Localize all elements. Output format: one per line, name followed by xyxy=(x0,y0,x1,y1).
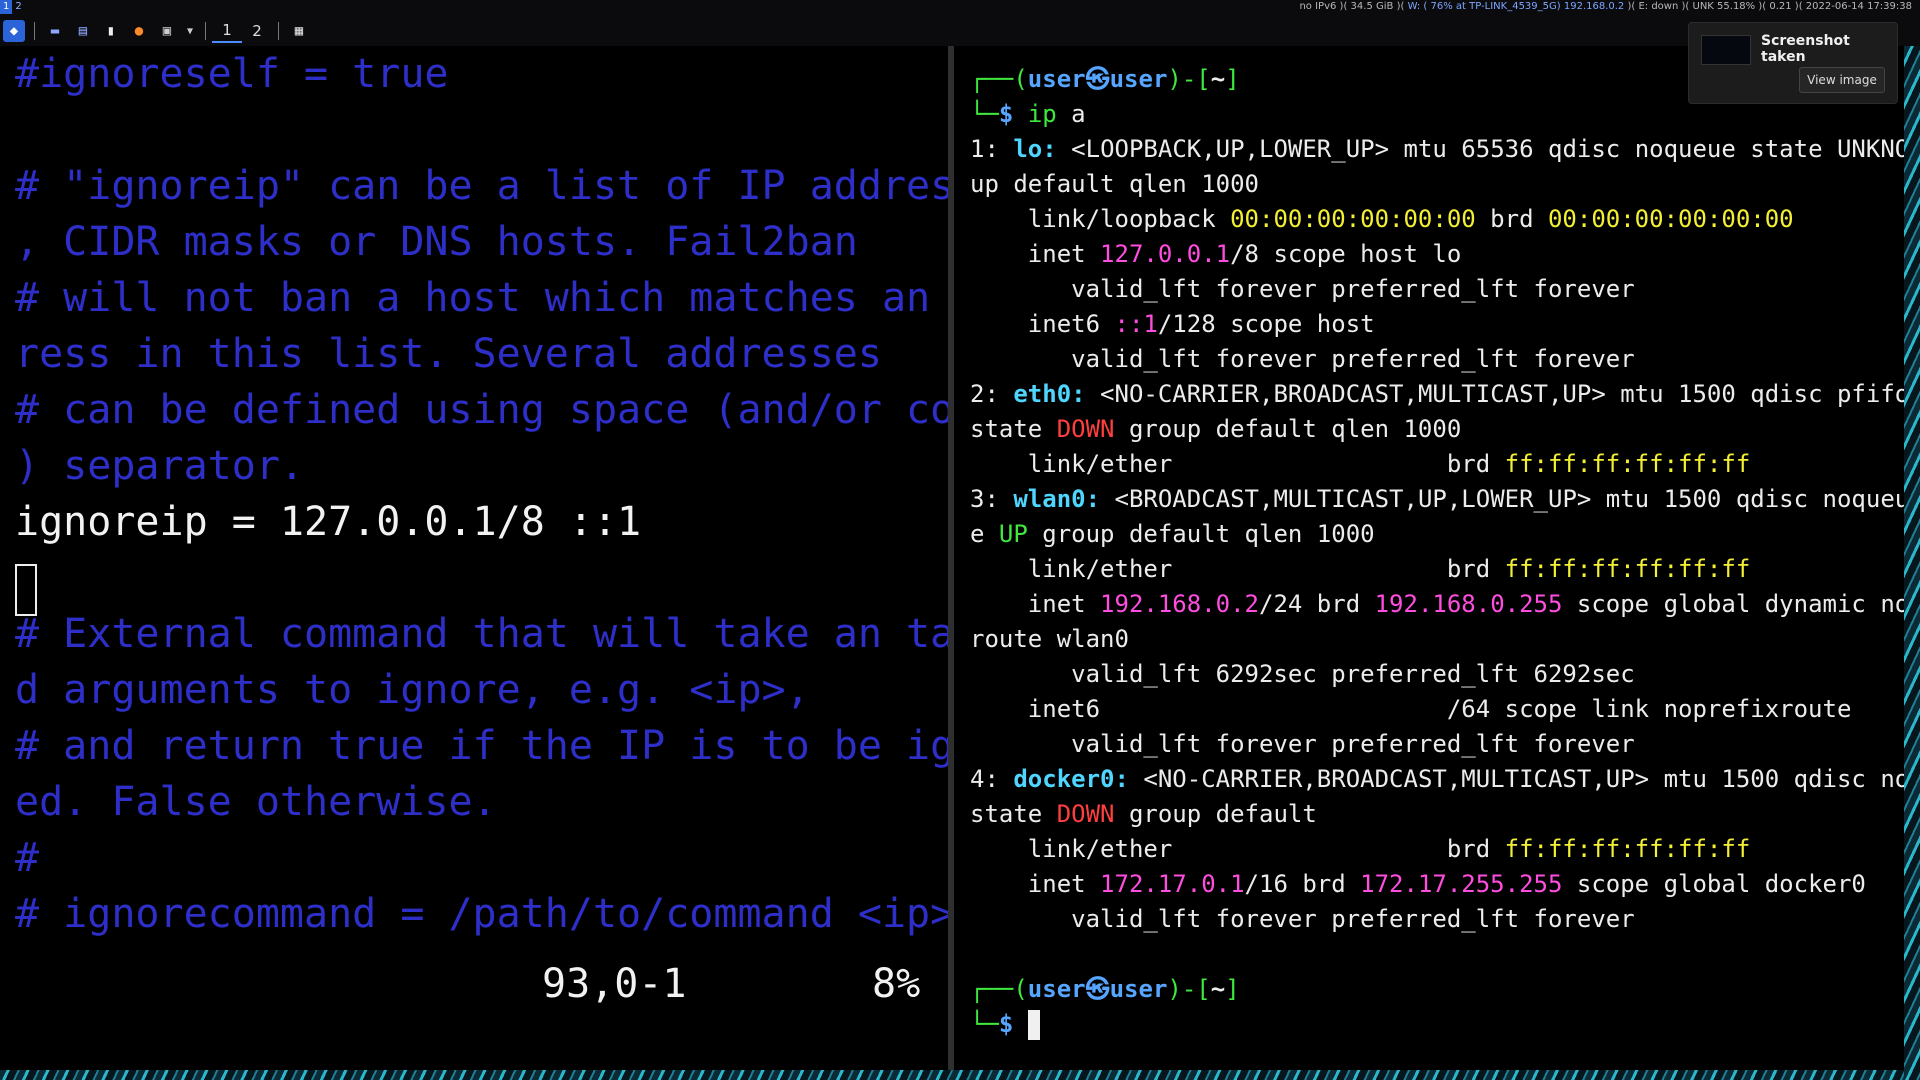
prompt-line: ┌──(user㉿user)-[~] xyxy=(970,975,1240,1003)
workspace-1[interactable]: 1 xyxy=(0,0,13,14)
vim-line: # will not ban a host which matches an a… xyxy=(15,275,948,321)
chevron-down-icon[interactable]: ▼ xyxy=(184,20,196,42)
wifi-status: W: ( 76% at TP-LINK_4539_5G) 192.168.0.2 xyxy=(1407,1,1625,12)
workspace-indicator: 1 2 xyxy=(0,0,25,14)
output-line: inet6 /64 scope link noprefixroute xyxy=(970,695,1852,723)
output-line: link/ether brd ff:ff:ff:ff:ff:ff xyxy=(970,835,1751,863)
output-line: valid_lft forever preferred_lft forever xyxy=(970,730,1635,758)
vim-scroll-percent: 8% xyxy=(872,961,921,1007)
ethernet-status: E: down xyxy=(1638,1,1679,12)
taskbar-workspace-2[interactable]: 2 xyxy=(242,20,272,42)
output-line: valid_lft forever preferred_lft forever xyxy=(970,275,1635,303)
output-line: e UP group default qlen 1000 xyxy=(970,520,1375,548)
vim-line: # xyxy=(15,835,40,881)
show-desktop-icon[interactable]: ▬ xyxy=(44,20,66,42)
vim-line: ed. False otherwise. xyxy=(15,779,497,825)
prompt-host: user xyxy=(1109,975,1168,1003)
output-line: link/ether brd ff:ff:ff:ff:ff:ff xyxy=(970,555,1751,583)
vim-line: #ignoreself = true xyxy=(15,51,449,97)
output-line: 3: wlan0: <BROADCAST,MULTICAST,UP,LOWER_… xyxy=(970,485,1904,513)
output-line: inet6 ::1/128 scope host xyxy=(970,310,1375,338)
taskbar-separator xyxy=(278,22,279,40)
output-line: valid_lft forever preferred_lft forever xyxy=(970,345,1635,373)
screenshot-notification[interactable]: Screenshot taken View image xyxy=(1688,22,1898,104)
output-line: link/ether brd ff:ff:ff:ff:ff:ff xyxy=(970,450,1751,478)
load-status: 0.21 xyxy=(1769,1,1792,12)
disk-status: 34.5 GiB xyxy=(1350,1,1394,12)
vim-line: # can be defined using space (and/or com… xyxy=(15,387,948,433)
taskbar-separator xyxy=(205,22,206,40)
window-list-icon[interactable]: ▦ xyxy=(288,20,310,42)
output-line: inet 127.0.0.1/8 scope host lo xyxy=(970,240,1462,268)
status-bar: no IPv6 )( 34.5 GiB )( W: ( 76% at TP-LI… xyxy=(1299,1,1912,12)
prompt-user: user xyxy=(1027,65,1086,93)
input-line[interactable]: └─$ xyxy=(970,1007,1040,1042)
output-line: 2: eth0: <NO-CARRIER,BROADCAST,MULTICAST… xyxy=(970,380,1904,408)
vim-line: , CIDR masks or DNS hosts. Fail2ban xyxy=(15,219,858,265)
terminal-icon[interactable]: ▣ xyxy=(156,20,178,42)
taskbar-separator xyxy=(34,22,35,40)
output-line: link/loopback 00:00:00:00:00:00 brd 00:0… xyxy=(970,205,1794,233)
vim-line: # and return true if the IP is to be ign… xyxy=(15,723,948,769)
prompt-host: user xyxy=(1109,65,1168,93)
top-bar: 1 2 no IPv6 )( 34.5 GiB )( W: ( 76% at T… xyxy=(0,0,1920,46)
text-editor-icon[interactable]: ▮ xyxy=(100,20,122,42)
vim-line: # "ignoreip" can be a list of IP address… xyxy=(15,163,948,209)
output-line: inet 192.168.0.2/24 brd 192.168.0.255 sc… xyxy=(970,590,1904,618)
vim-line: # ignorecommand = /path/to/command <ip> xyxy=(15,891,948,937)
app-menu-icon[interactable]: ◆ xyxy=(3,20,25,42)
output-line: up default qlen 1000 xyxy=(970,170,1259,198)
output-line: 1: lo: <LOOPBACK,UP,LOWER_UP> mtu 65536 … xyxy=(970,135,1904,163)
vim-line: ) separator. xyxy=(15,443,304,489)
vim-editor-pane[interactable]: #ignoreself = true # "ignoreip" can be a… xyxy=(0,46,948,1070)
view-image-button[interactable]: View image xyxy=(1799,67,1885,93)
output-line: valid_lft forever preferred_lft forever xyxy=(970,905,1635,933)
output-line: inet 172.17.0.1/16 brd 172.17.255.255 sc… xyxy=(970,870,1866,898)
wallpaper-bottom xyxy=(0,1070,1920,1080)
command-line: └─$ ip a xyxy=(970,100,1086,128)
wallpaper-right xyxy=(1904,46,1920,1080)
vim-line: ress in this list. Several addresses xyxy=(15,331,882,377)
taskbar: ◆ ▬ ▤ ▮ ● ▣ ▼ 1 2 ▦ xyxy=(0,18,313,44)
screenshot-thumbnail[interactable] xyxy=(1701,35,1751,65)
vim-line: # External command that will take an tag… xyxy=(15,611,948,657)
terminal-pane[interactable]: ┌──(user㉿user)-[~] └─$ ip a 1: lo: <LOOP… xyxy=(954,46,1904,1070)
battery-status: UNK 55.18% xyxy=(1692,1,1756,12)
prompt-dir: ~ xyxy=(1210,65,1226,93)
output-line: state DOWN group default qlen 1000 xyxy=(970,415,1462,443)
taskbar-workspace-1[interactable]: 1 xyxy=(212,19,242,43)
file-manager-icon[interactable]: ▤ xyxy=(72,20,94,42)
output-line: state DOWN group default xyxy=(970,800,1317,828)
firefox-icon[interactable]: ● xyxy=(128,20,150,42)
terminal-cursor xyxy=(1027,1010,1040,1040)
output-line: valid_lft 6292sec preferred_lft 6292sec xyxy=(970,660,1635,688)
output-line: 4: docker0: <NO-CARRIER,BROADCAST,MULTIC… xyxy=(970,765,1904,793)
vim-line: ignoreip = 127.0.0.1/8 ::1 xyxy=(15,499,642,545)
prompt-user: user xyxy=(1027,975,1086,1003)
workspace-2[interactable]: 2 xyxy=(12,0,24,14)
vim-cursor-position: 93,0-1 xyxy=(542,961,687,1007)
ipv6-status: no IPv6 xyxy=(1299,1,1337,12)
datetime: 2022-06-14 17:39:38 xyxy=(1805,1,1912,12)
prompt-dir: ~ xyxy=(1210,975,1226,1003)
output-line: route wlan0 xyxy=(970,625,1129,653)
prompt-line: ┌──(user㉿user)-[~] xyxy=(970,65,1240,93)
command-name: ip xyxy=(1027,100,1057,128)
vim-line: d arguments to ignore, e.g. <ip>, xyxy=(15,667,810,713)
command-arg: a xyxy=(1071,100,1086,128)
notification-title: Screenshot taken xyxy=(1761,33,1850,65)
